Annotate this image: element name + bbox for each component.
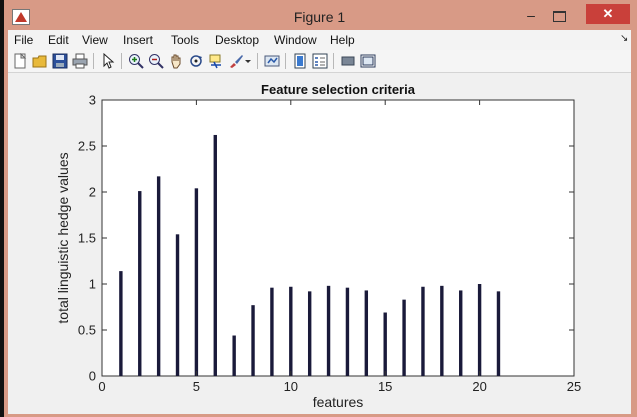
- menu-edit[interactable]: Edit: [48, 33, 69, 47]
- figure-toolbar: [8, 50, 631, 73]
- open-file-icon[interactable]: [32, 53, 48, 69]
- chart-title: Feature selection criteria: [261, 82, 416, 97]
- bar-18: [440, 285, 444, 376]
- title-bar[interactable]: Figure 1 – ✕: [8, 4, 631, 30]
- rotate-icon[interactable]: [188, 53, 204, 69]
- zoom-in-icon[interactable]: [128, 53, 144, 69]
- brush-icon[interactable]: [228, 53, 244, 69]
- toolbar-separator: [285, 53, 286, 69]
- y-axis-label: total linguistic hedge values: [55, 152, 71, 323]
- colorbar-icon[interactable]: [292, 53, 308, 69]
- menu-view[interactable]: View: [82, 33, 108, 47]
- save-icon[interactable]: [52, 53, 68, 69]
- maximize-button[interactable]: [546, 6, 572, 26]
- hide-plot-tools-icon[interactable]: [340, 53, 356, 69]
- figure-client-area: File Edit View Insert Tools Desktop Wind…: [8, 30, 631, 414]
- y-tick-label: 0.5: [78, 323, 96, 338]
- toolbar-separator: [121, 53, 122, 69]
- zoom-out-icon[interactable]: [148, 53, 164, 69]
- menu-help[interactable]: Help: [330, 33, 355, 47]
- y-tick-label: 2.5: [78, 139, 96, 154]
- brush-dropdown-icon[interactable]: [244, 53, 252, 69]
- toolbar-separator: [333, 53, 334, 69]
- x-tick-label: 5: [193, 379, 200, 394]
- data-cursor-icon[interactable]: [208, 53, 224, 69]
- bar-20: [477, 284, 482, 376]
- y-tick-label: 0: [89, 369, 96, 384]
- menu-overflow-icon[interactable]: ↘: [620, 33, 628, 44]
- bar-6: [213, 134, 217, 376]
- axes-box: [101, 99, 575, 377]
- bar-3: [156, 176, 161, 376]
- bar-10: [289, 286, 293, 376]
- bar-7: [232, 335, 236, 376]
- y-tick-label: 2: [89, 185, 96, 200]
- x-tick-label: 20: [472, 379, 486, 394]
- x-tick-label: 25: [567, 379, 581, 394]
- bar-2: [138, 191, 142, 376]
- bar-8: [251, 305, 255, 376]
- menu-desktop[interactable]: Desktop: [215, 33, 259, 47]
- bar-chart[interactable]: 0 5 10 15 20 25 0 0.5 1 1.5 2 2.5 3 Feature selectio…: [8, 73, 631, 414]
- menu-file[interactable]: File: [14, 33, 33, 47]
- bar-15: [383, 312, 387, 376]
- link-plot-icon[interactable]: [264, 53, 280, 69]
- y-tick-label: 1: [89, 277, 96, 292]
- bar-4: [175, 234, 180, 376]
- print-icon[interactable]: [72, 53, 88, 69]
- y-tick-label: 3: [89, 93, 96, 108]
- bar-21: [496, 291, 501, 376]
- toolbar-separator: [93, 53, 94, 69]
- new-figure-icon[interactable]: [12, 52, 28, 69]
- bar-1: [119, 271, 123, 376]
- x-tick-label: 15: [378, 379, 392, 394]
- bar-12: [326, 285, 331, 376]
- show-plot-tools-icon[interactable]: [360, 53, 376, 69]
- menu-tools[interactable]: Tools: [171, 33, 199, 47]
- pan-icon[interactable]: [168, 53, 184, 69]
- bar-5: [194, 188, 199, 376]
- screen-edge: [0, 0, 4, 417]
- bar-11: [307, 291, 312, 376]
- y-tick-label: 1.5: [78, 231, 96, 246]
- bar-13: [345, 287, 350, 376]
- bar-16: [402, 299, 406, 376]
- bar-19: [459, 290, 463, 376]
- bar-17: [421, 286, 425, 376]
- close-button[interactable]: ✕: [586, 4, 630, 24]
- legend-icon[interactable]: [312, 53, 328, 69]
- menu-window[interactable]: Window: [274, 33, 317, 47]
- x-tick-label: 10: [284, 379, 298, 394]
- x-tick-label: 0: [98, 379, 105, 394]
- bar-14: [364, 290, 369, 376]
- toolbar-separator: [257, 53, 258, 69]
- figure-canvas: 0 5 10 15 20 25 0 0.5 1 1.5 2 2.5 3 Feature selectio…: [8, 73, 631, 414]
- minimize-button[interactable]: –: [518, 6, 544, 26]
- pointer-icon[interactable]: [100, 52, 116, 69]
- bar-9: [270, 287, 274, 376]
- maximize-icon: [553, 11, 566, 22]
- x-axis-label: features: [313, 394, 364, 410]
- menu-bar: File Edit View Insert Tools Desktop Wind…: [8, 30, 631, 50]
- menu-insert[interactable]: Insert: [123, 33, 153, 47]
